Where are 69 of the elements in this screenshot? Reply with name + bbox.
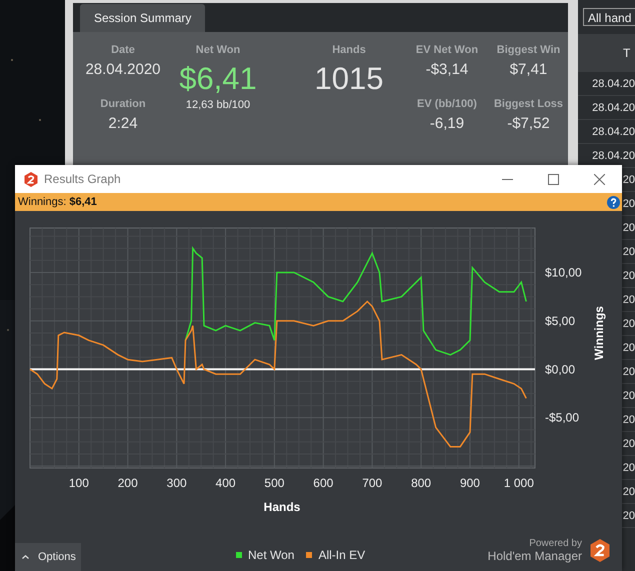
- stat-label: EV Net Won: [416, 43, 478, 58]
- y-tick-label: $0,00: [545, 362, 576, 376]
- x-tick-label: 1 000: [504, 476, 534, 490]
- y-tick-label: $5,00: [545, 314, 576, 328]
- y-tick-label: -$5,00: [545, 410, 580, 425]
- help-icon[interactable]: [607, 196, 620, 208]
- legend-label: Net Won: [248, 548, 294, 562]
- table-cell: 20: [622, 510, 635, 522]
- x-tick-label: 600: [313, 476, 334, 490]
- app-logo-icon: [24, 172, 38, 186]
- table-cell: 20: [622, 390, 635, 402]
- options-button[interactable]: Options: [15, 543, 81, 571]
- hands-value: 1015: [314, 60, 384, 98]
- stat-label: Biggest Loss: [494, 97, 564, 112]
- x-tick-label: 900: [460, 476, 480, 490]
- stat-value: -$3,14: [426, 60, 468, 80]
- table-cell: 20: [622, 366, 635, 378]
- table-cell: 20: [622, 462, 635, 474]
- caret-icon: [22, 555, 29, 559]
- column-header[interactable]: T: [623, 46, 630, 60]
- table-cell: 28.04.20: [592, 102, 635, 114]
- stat-label: Biggest Win: [496, 43, 560, 58]
- table-cell: 20: [622, 246, 635, 258]
- table-cell: 20: [622, 270, 635, 282]
- table-cell: 28.04.20: [592, 126, 635, 138]
- powered-by-text: Powered by: [529, 538, 582, 549]
- stat-label: Date: [111, 43, 135, 58]
- table-cell: 28.04.20: [592, 150, 635, 162]
- table-cell: 20: [622, 342, 635, 354]
- filter-dropdown[interactable]: All hand: [583, 8, 635, 26]
- table-cell: 20: [622, 174, 635, 186]
- x-tick-label: 100: [68, 476, 89, 490]
- brand-logo-icon: [590, 539, 610, 562]
- x-tick-label: 200: [118, 476, 138, 490]
- x-tick-label: 700: [362, 476, 382, 490]
- minimize-icon[interactable]: [502, 178, 512, 180]
- maximize-icon[interactable]: [548, 174, 558, 184]
- stat-value: $7,41: [510, 60, 548, 80]
- x-tick-label: 400: [216, 476, 236, 490]
- x-axis-title: Hands: [264, 500, 300, 514]
- table-cell: 20: [622, 414, 635, 426]
- stat-value: 28.04.2020: [85, 60, 161, 80]
- stat-value: -$7,52: [507, 114, 550, 134]
- table-cell: 20: [622, 318, 635, 330]
- stat-label: Duration: [100, 97, 146, 112]
- stat-value: -6,19: [430, 114, 464, 134]
- stat-label: Net Won: [196, 43, 240, 58]
- table-cell: 20: [622, 438, 635, 450]
- legend-label: All-In EV: [318, 548, 366, 562]
- bb-rate: 12,63 bb/100: [186, 99, 250, 111]
- session-summary-tab[interactable]: Session Summary: [80, 4, 206, 32]
- y-tick-label: $10,00: [545, 266, 582, 280]
- y-axis-title: Winnings: [592, 306, 606, 360]
- table-cell: 20: [622, 222, 635, 234]
- close-icon[interactable]: [594, 174, 604, 184]
- window-title: Results Graph: [44, 172, 122, 186]
- winnings-summary: Winnings: $6,41: [18, 196, 98, 208]
- brand-name: Hold'em Manager: [488, 549, 582, 563]
- net-won-value: $6,41: [179, 60, 257, 98]
- x-tick-label: 300: [166, 476, 187, 490]
- stat-value: 2:24: [108, 114, 138, 134]
- table-cell: 20: [622, 198, 635, 210]
- stat-label: EV (bb/100): [417, 97, 477, 112]
- x-tick-label: 500: [264, 476, 284, 490]
- x-tick-label: 800: [411, 476, 432, 490]
- table-cell: 28.04.20: [592, 78, 635, 90]
- table-cell: 20: [622, 486, 635, 498]
- table-cell: 20: [622, 294, 635, 306]
- stat-label: Hands: [332, 43, 366, 58]
